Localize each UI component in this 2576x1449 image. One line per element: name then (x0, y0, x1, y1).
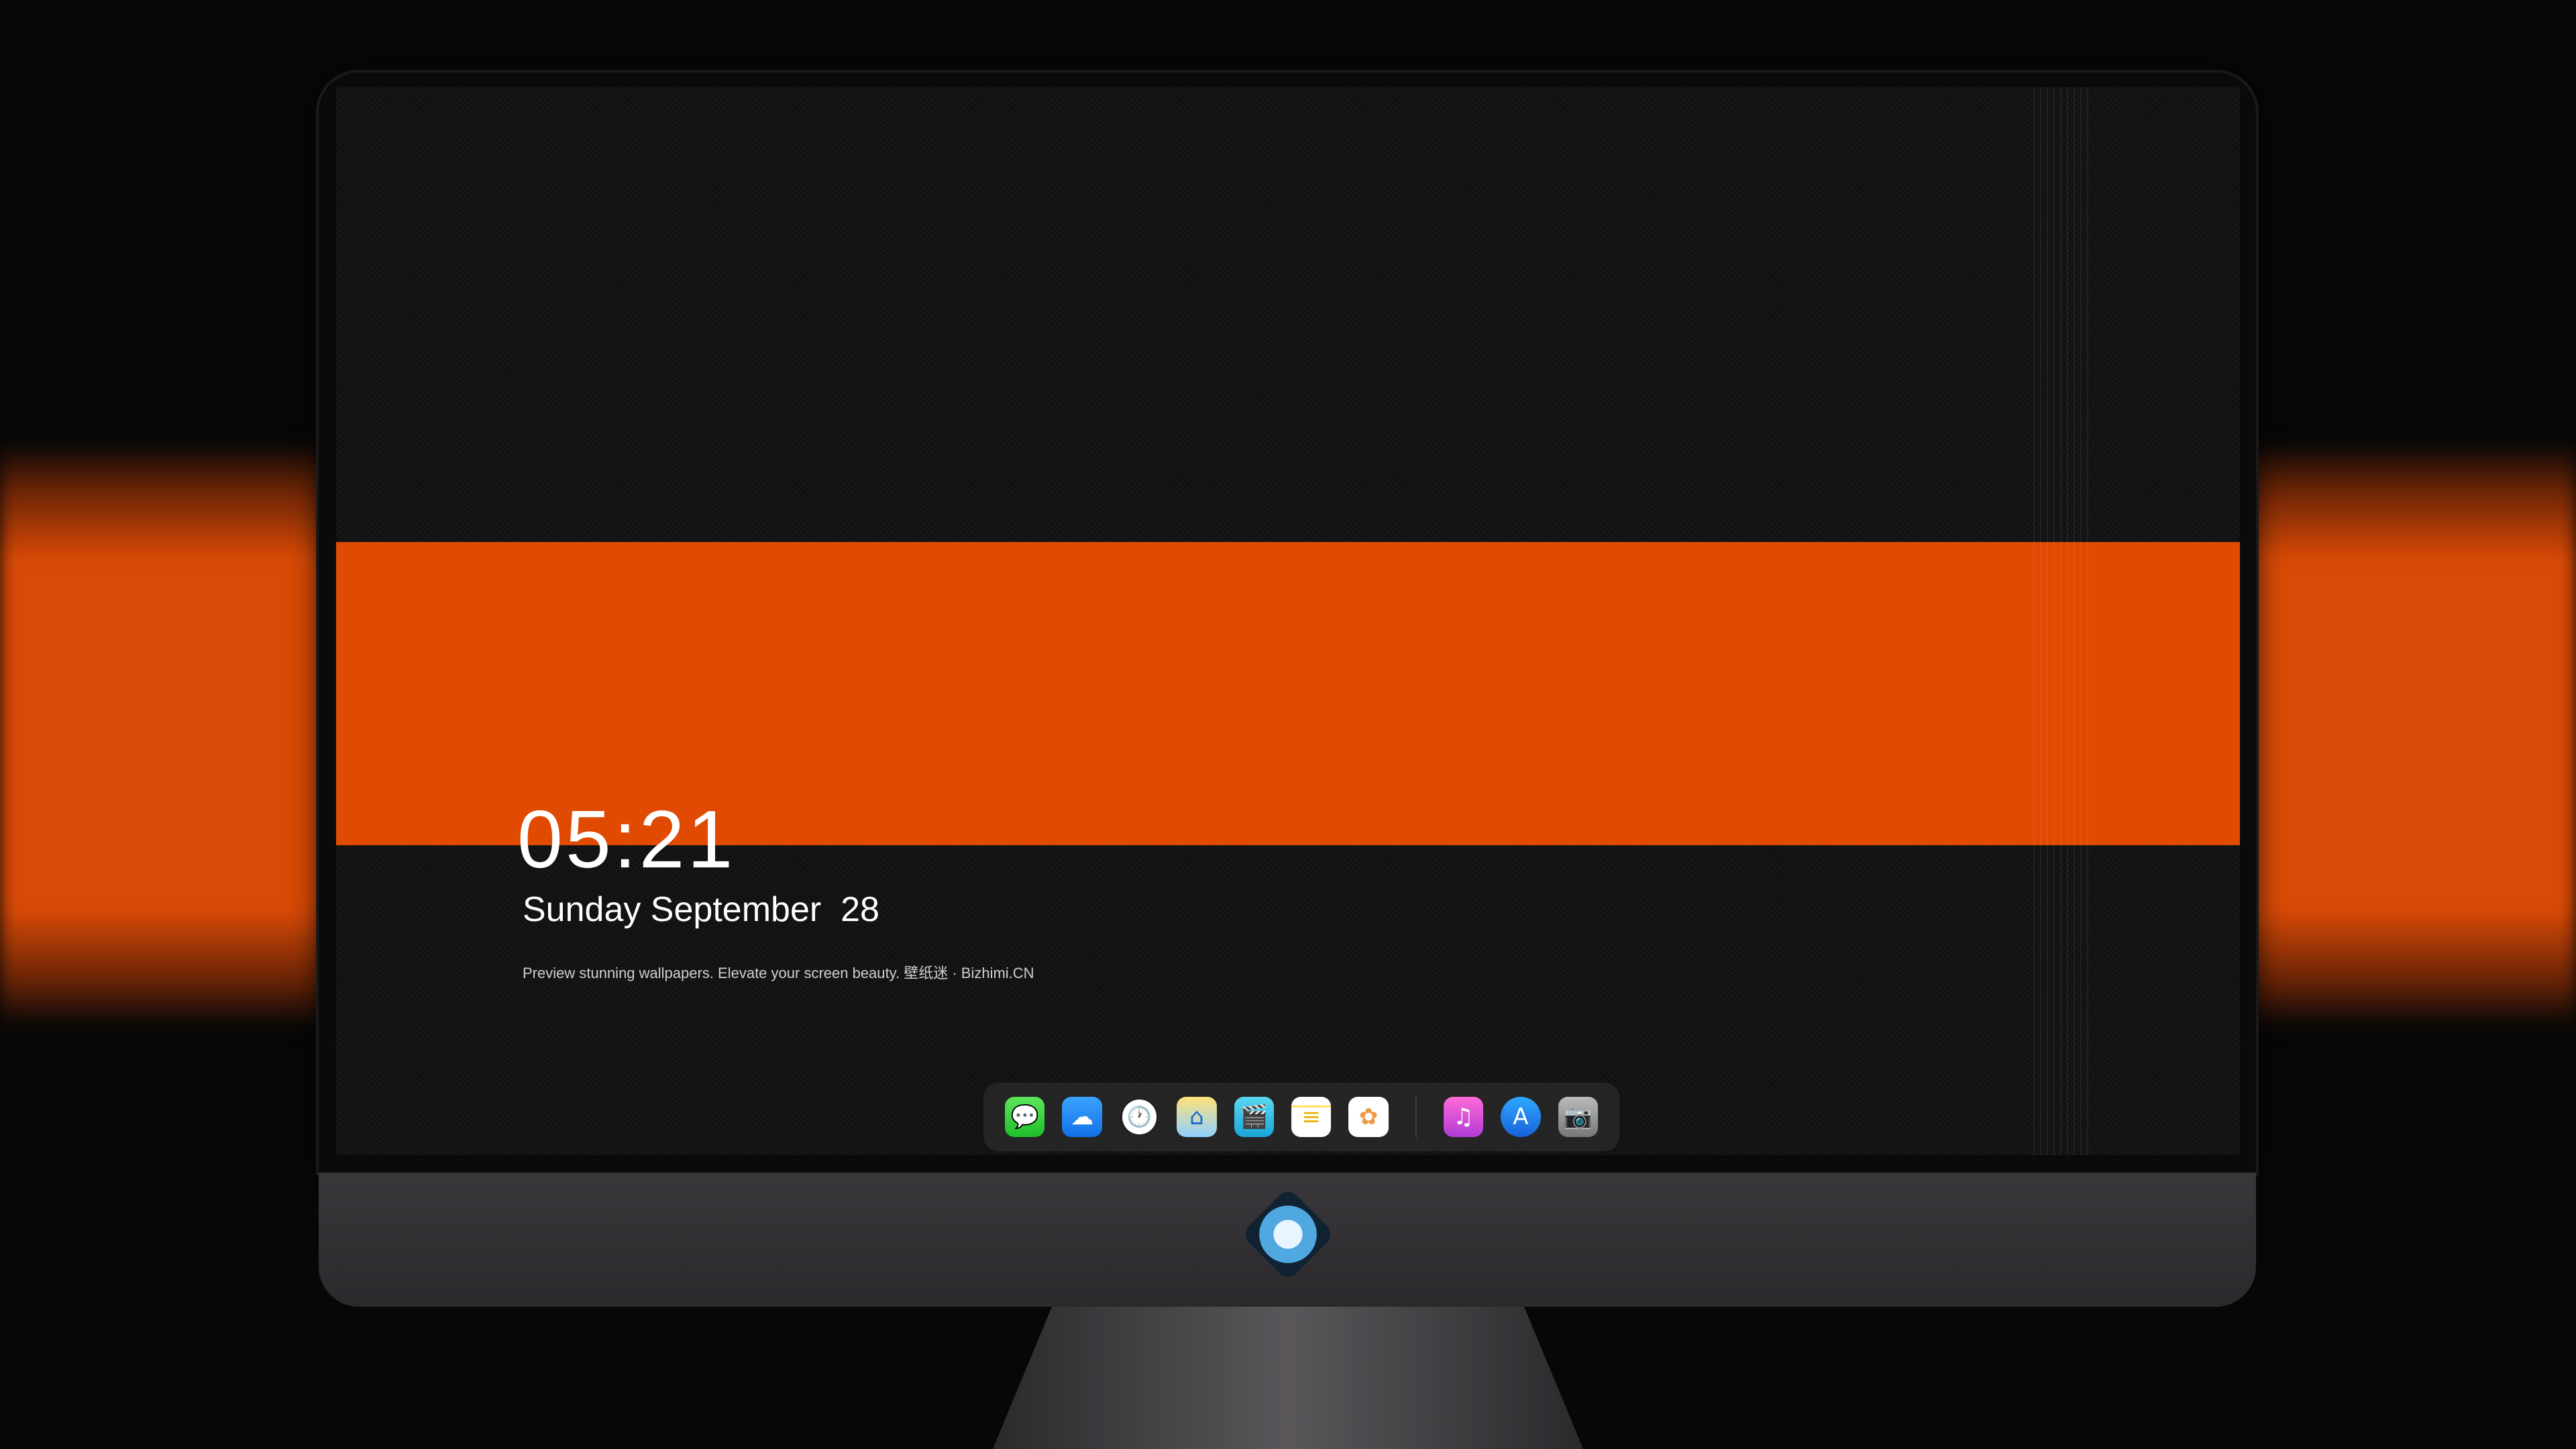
notes-icon[interactable]: ≡ (1291, 1097, 1332, 1137)
imac-monitor: 05:21 Sunday September 28 Preview stunni… (319, 72, 2256, 1307)
weather-icon[interactable]: ☁ (1062, 1097, 1102, 1137)
clock-icon[interactable]: 🕐 (1119, 1097, 1160, 1137)
clips-icon[interactable]: 🎬 (1234, 1097, 1275, 1137)
app-store-icon[interactable]: A (1501, 1097, 1541, 1137)
wallpaper-vertical-lines (2033, 87, 2092, 1155)
monitor-stand (993, 1307, 1583, 1449)
lock-date: Sunday September 28 (523, 890, 879, 929)
camera-icon[interactable]: 📷 (1558, 1097, 1598, 1137)
lock-clock: 05:21 (517, 794, 736, 885)
desktop-screen[interactable]: 05:21 Sunday September 28 Preview stunni… (336, 87, 2240, 1155)
messages-icon[interactable]: 💬 (1005, 1097, 1045, 1137)
photos-icon[interactable]: ✿ (1348, 1097, 1389, 1137)
maps-icon[interactable]: ⌂ (1177, 1097, 1217, 1137)
monitor-bezel: 05:21 Sunday September 28 Preview stunni… (319, 72, 2256, 1173)
dock: 💬 ☁ 🕐 ⌂ 🎬 ≡ ✿ ♫ A 📷 (983, 1083, 1619, 1151)
dock-separator (1415, 1096, 1417, 1138)
music-icon[interactable]: ♫ (1443, 1097, 1484, 1137)
wallpaper-tagline: Preview stunning wallpapers. Elevate you… (523, 965, 1034, 981)
